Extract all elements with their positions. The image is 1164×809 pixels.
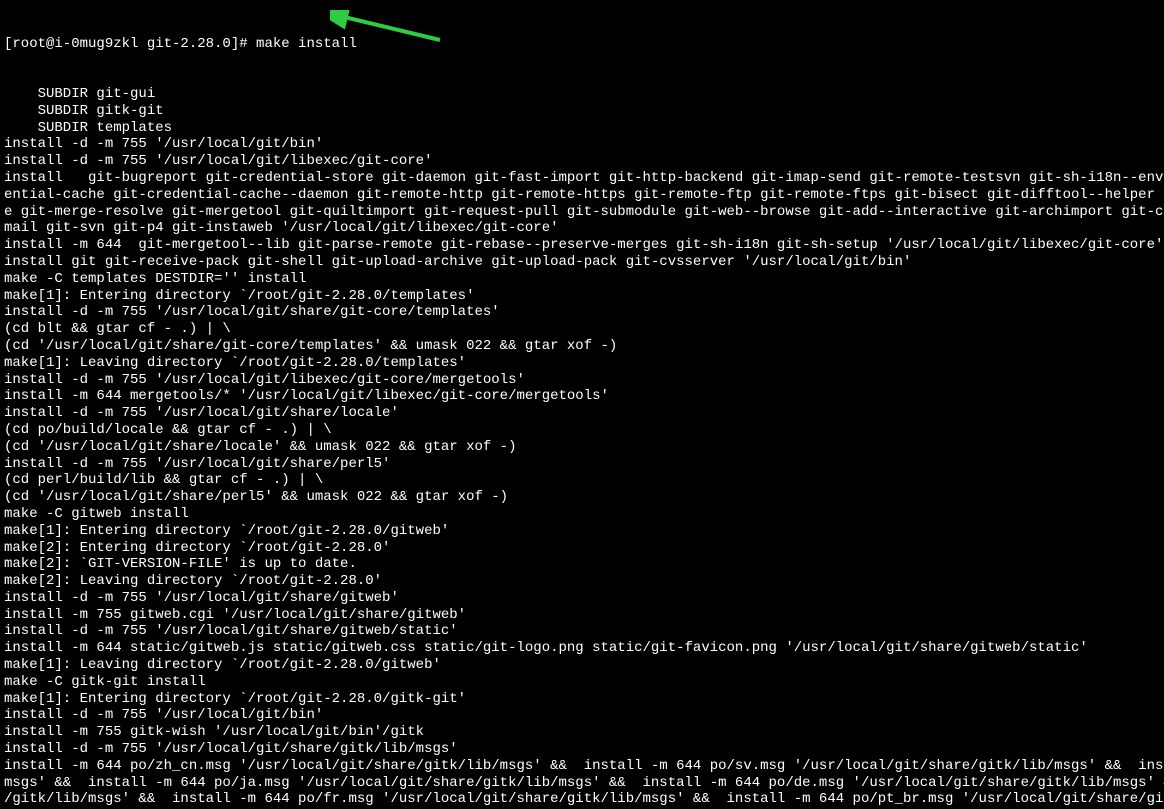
output-line: SUBDIR git-gui: [4, 86, 1160, 103]
output-line: make[2]: Entering directory `/root/git-2…: [4, 540, 1160, 557]
terminal-window[interactable]: [root@i-0mug9zkl git-2.28.0]# make insta…: [0, 0, 1164, 809]
output-line: ential-cache git-credential-cache--daemo…: [4, 187, 1160, 204]
output-line: install -d -m 755 '/usr/local/git/libexe…: [4, 153, 1160, 170]
output-line: install -d -m 755 '/usr/local/git/share/…: [4, 456, 1160, 473]
output-line: install -d -m 755 '/usr/local/git/share/…: [4, 623, 1160, 640]
output-line: SUBDIR gitk-git: [4, 103, 1160, 120]
output-line: install -m 644 static/gitweb.js static/g…: [4, 640, 1160, 657]
shell-prompt: [root@i-0mug9zkl git-2.28.0]#: [4, 36, 256, 52]
output-line: install -m 755 gitweb.cgi '/usr/local/gi…: [4, 607, 1160, 624]
output-line: make -C gitweb install: [4, 506, 1160, 523]
output-line: install -d -m 755 '/usr/local/git/share/…: [4, 741, 1160, 758]
output-line: install -m 644 po/zh_cn.msg '/usr/local/…: [4, 758, 1160, 775]
output-line: make[1]: Entering directory `/root/git-2…: [4, 523, 1160, 540]
output-line: install git-bugreport git-credential-sto…: [4, 170, 1160, 187]
output-line: make[2]: `GIT-VERSION-FILE' is up to dat…: [4, 556, 1160, 573]
output-line: install -d -m 755 '/usr/local/git/share/…: [4, 304, 1160, 321]
output-line: make[2]: Leaving directory `/root/git-2.…: [4, 573, 1160, 590]
output-line: msgs' && install -m 644 po/ja.msg '/usr/…: [4, 775, 1160, 792]
terminal-output: SUBDIR git-gui SUBDIR gitk-git SUBDIR te…: [4, 86, 1160, 809]
output-line: (cd '/usr/local/git/share/perl5' && umas…: [4, 489, 1160, 506]
output-line: (cd '/usr/local/git/share/locale' && uma…: [4, 439, 1160, 456]
output-line: make -C gitk-git install: [4, 674, 1160, 691]
output-line: install -d -m 755 '/usr/local/git/bin': [4, 707, 1160, 724]
output-line: install -m 644 mergetools/* '/usr/local/…: [4, 388, 1160, 405]
output-line: (cd '/usr/local/git/share/git-core/templ…: [4, 338, 1160, 355]
output-line: make -C templates DESTDIR='' install: [4, 271, 1160, 288]
output-line: install -m 644 git-mergetool--lib git-pa…: [4, 237, 1160, 254]
output-line: /gitk/lib/msgs' && install -m 644 po/fr.…: [4, 791, 1160, 808]
output-line: install -m 755 gitk-wish '/usr/local/git…: [4, 724, 1160, 741]
output-line: mail git-svn git-p4 git-instaweb '/usr/l…: [4, 220, 1160, 237]
output-line: install git git-receive-pack git-shell g…: [4, 254, 1160, 271]
output-line: e git-merge-resolve git-mergetool git-qu…: [4, 204, 1160, 221]
output-line: install -d -m 755 '/usr/local/git/share/…: [4, 405, 1160, 422]
output-line: make[1]: Leaving directory `/root/git-2.…: [4, 657, 1160, 674]
output-line: make[1]: Entering directory `/root/git-2…: [4, 288, 1160, 305]
output-line: install -d -m 755 '/usr/local/git/bin': [4, 136, 1160, 153]
output-line: (cd po/build/locale && gtar cf - .) | \: [4, 422, 1160, 439]
output-line: install -d -m 755 '/usr/local/git/share/…: [4, 590, 1160, 607]
output-line: (cd perl/build/lib && gtar cf - .) | \: [4, 472, 1160, 489]
output-line: make[1]: Entering directory `/root/git-2…: [4, 691, 1160, 708]
output-line: SUBDIR templates: [4, 120, 1160, 137]
command-line: [root@i-0mug9zkl git-2.28.0]# make insta…: [4, 36, 1160, 53]
output-line: make[1]: Leaving directory `/root/git-2.…: [4, 355, 1160, 372]
output-line: (cd blt && gtar cf - .) | \: [4, 321, 1160, 338]
typed-command: make install: [256, 36, 357, 52]
output-line: install -d -m 755 '/usr/local/git/libexe…: [4, 372, 1160, 389]
